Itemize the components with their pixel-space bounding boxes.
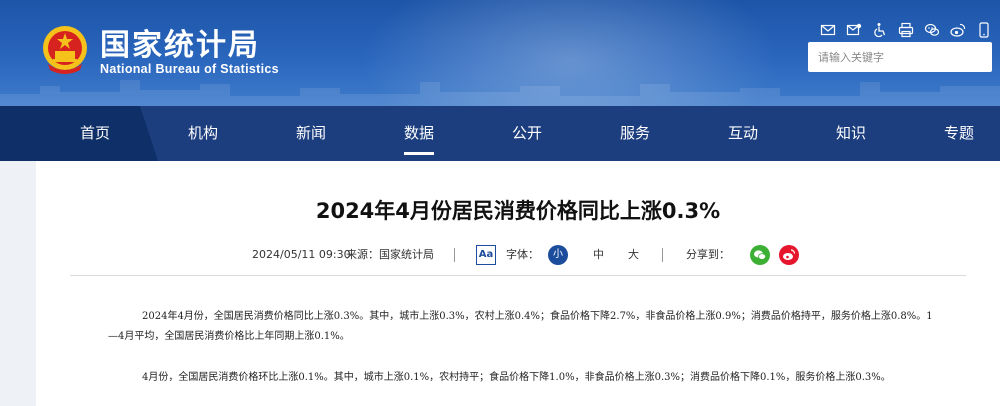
article-container: 2024年4月份居民消费价格同比上涨0.3% 2024/05/11 09:30 …	[36, 161, 1000, 406]
weibo-icon[interactable]	[948, 20, 968, 40]
accessibility-icon[interactable]	[870, 20, 890, 40]
nav-item-interaction[interactable]: 互动	[708, 106, 778, 161]
article-paragraph: 2024年4月份，全国居民消费价格同比上涨0.3%。其中，城市上涨0.3%，农村…	[108, 311, 933, 342]
national-emblem-icon	[43, 26, 87, 74]
share-label: 分享到：	[686, 248, 730, 261]
font-size-icon: Aa	[476, 245, 496, 265]
meta-divider	[70, 275, 966, 276]
search-input[interactable]	[808, 42, 992, 72]
site-name-en: National Bureau of Statistics	[100, 62, 279, 76]
share-weibo-icon[interactable]	[779, 245, 799, 265]
article-meta: 2024/05/11 09:30 来源：国家统计局 Aa 字体： 小 中 大 分…	[36, 243, 1000, 267]
mailbox-icon[interactable]	[844, 20, 864, 40]
font-label: 字体：	[506, 248, 539, 261]
site-name: 国家统计局	[100, 28, 260, 63]
article-title: 2024年4月份居民消费价格同比上涨0.3%	[315, 199, 721, 223]
mobile-icon[interactable]	[974, 20, 994, 40]
main-nav: 首页 机构 新闻 数据 公开 服务 互动 知识 专题	[0, 106, 1000, 161]
nav-item-knowledge[interactable]: 知识	[816, 106, 886, 161]
nav-item-news[interactable]: 新闻	[276, 106, 346, 161]
nav-item-organization[interactable]: 机构	[168, 106, 238, 161]
article-source: 来源：国家统计局	[346, 248, 434, 261]
article-date: 2024/05/11 09:30	[252, 248, 351, 261]
header-tools	[818, 20, 994, 40]
nav-item-service[interactable]: 服务	[600, 106, 670, 161]
share-wechat-icon[interactable]	[750, 245, 770, 265]
nav-item-public[interactable]: 公开	[492, 106, 562, 161]
font-small-button[interactable]: 小	[548, 245, 568, 265]
nav-item-data[interactable]: 数据	[384, 106, 454, 161]
meta-separator	[662, 248, 663, 262]
nav-item-topics[interactable]: 专题	[924, 106, 994, 161]
mail-icon[interactable]	[818, 20, 838, 40]
article-paragraph: 4月份，全国居民消费价格环比上涨0.1%。其中，城市上涨0.1%，农村持平；食品…	[142, 372, 891, 383]
meta-separator	[454, 248, 455, 262]
nav-items: 首页 机构 新闻 数据 公开 服务 互动 知识 专题	[0, 106, 1000, 161]
font-medium-button[interactable]: 中	[593, 243, 604, 267]
print-icon[interactable]	[896, 20, 916, 40]
wechat-icon[interactable]	[922, 20, 942, 40]
nav-item-home[interactable]: 首页	[60, 106, 130, 161]
font-large-button[interactable]: 大	[628, 243, 639, 267]
site-header: 国家统计局 National Bureau of Statistics	[0, 0, 1000, 106]
